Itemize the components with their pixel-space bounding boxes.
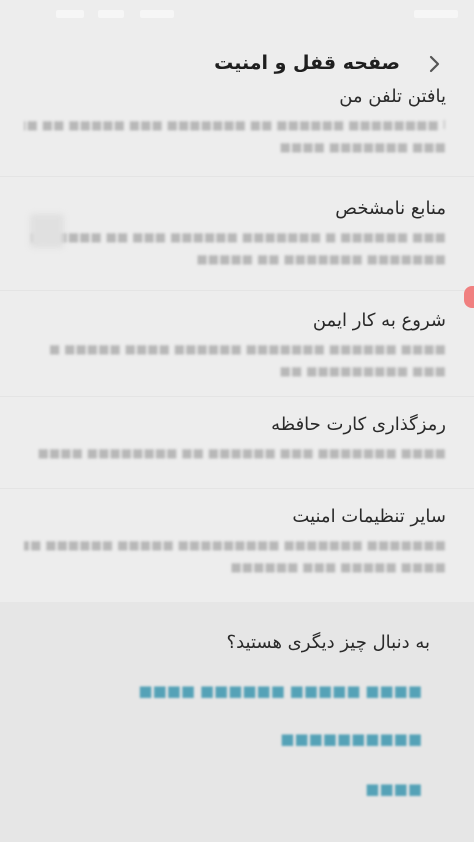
setting-other-security[interactable]: سایر تنظیمات امنیت ■■■■■■■ ■■■■■■■ ■■■■■… <box>24 504 446 578</box>
page-title: صفحه قفل و امنیت <box>214 52 400 74</box>
setting-title: رمزگذاری کارت حافظه <box>271 414 446 435</box>
status-notification <box>98 10 124 18</box>
setting-find-my-phone[interactable]: یافتن تلفن من ا ■■■■■■■■ ■■■■■■ ■■ ■■■■■… <box>24 84 446 158</box>
card-title: به دنبال چیز دیگری هستید؟ <box>226 632 430 653</box>
divider <box>0 176 474 177</box>
setting-title: شروع به کار ایمن <box>312 310 446 331</box>
setting-description: ■■■ ■■■■■■■ ■■■■ <box>279 140 446 154</box>
setting-title: سایر تنظیمات امنیت <box>292 506 446 527</box>
related-link[interactable]: ■■■■ ■■■■■ ■■■■■■ ■■■■ <box>138 682 422 700</box>
status-battery <box>414 10 458 18</box>
divider <box>0 290 474 291</box>
setting-description: ■■■■ ■■■■■ ■■■ ■■■■■■ <box>230 560 446 574</box>
related-card: به دنبال چیز دیگری هستید؟ ■■■■ ■■■■■ ■■■… <box>0 602 474 842</box>
setting-description: ■■■■ ■■■■■■■ ■■■ ■■■■■■ ■■ ■■■■■■■■ ■■■■ <box>37 446 446 460</box>
status-bar <box>0 0 474 30</box>
status-notification <box>140 10 174 18</box>
setting-description: ا ■■■■■■■■ ■■■■■■ ■■ ■■■■■■■ ■■■ ■■■■■ ■… <box>24 118 446 132</box>
setting-description: ■■■ ■■■■■■■■■ ■■ <box>279 364 446 378</box>
divider <box>0 488 474 489</box>
chevron-right-icon[interactable] <box>422 52 446 76</box>
status-time <box>56 10 84 18</box>
setting-unknown-sources[interactable]: منابع نامشخص ■■■ ■■■■■■ ■ ■■■■■■■ ■■■■■■… <box>24 196 446 270</box>
edge-panel-handle[interactable] <box>464 286 474 308</box>
setting-description: ■■■■ ■■■■■■ ■■■■■■■ ■■■■■■ ■■■■ ■■■■■ ■ <box>48 342 446 356</box>
related-link[interactable]: ■■■■■■■■■■ <box>280 730 422 748</box>
divider <box>0 396 474 397</box>
setting-description: ■■■■■■■ ■■■■■■■ ■■ ■■■■■ <box>196 252 446 266</box>
setting-title: منابع نامشخص <box>335 198 446 219</box>
related-link[interactable]: ■■■■ <box>365 780 422 798</box>
setting-encrypt-sd-card[interactable]: رمزگذاری کارت حافظه ■■■■ ■■■■■■■ ■■■ ■■■… <box>24 412 446 464</box>
blurred-overlay <box>30 214 64 248</box>
setting-title: یافتن تلفن من <box>339 86 446 107</box>
app-header: صفحه قفل و امنیت <box>0 40 474 86</box>
setting-secure-startup[interactable]: شروع به کار ایمن ■■■■ ■■■■■■ ■■■■■■■ ■■■… <box>24 308 446 382</box>
setting-description: ■■■ ■■■■■■ ■ ■■■■■■■ ■■■■■■ ■■■ ■■ ■■■■■… <box>29 230 446 244</box>
setting-description: ■■■■■■■ ■■■■■■■ ■■■■■■■■■ ■■■■■ ■■■■■■ ■… <box>24 538 446 552</box>
